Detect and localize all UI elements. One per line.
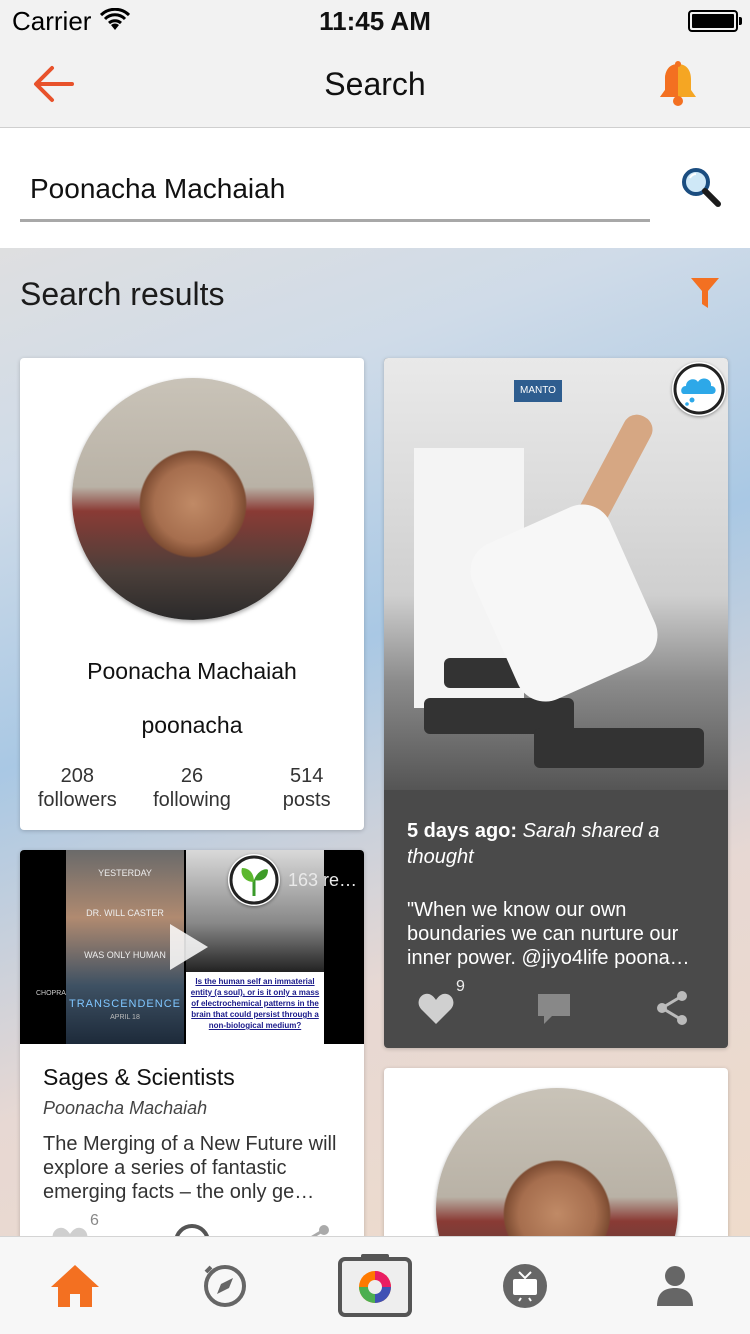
page-title: Search [324,66,426,102]
comment-button[interactable] [534,988,574,1028]
bell-icon[interactable] [656,60,700,108]
stat-posts[interactable]: 514 posts [249,764,364,812]
tab-bar [0,1236,750,1334]
post-photo: MANTO [384,358,728,790]
photo-sign: MANTO [514,380,562,402]
tab-camera[interactable] [300,1237,450,1334]
share-button[interactable] [652,988,692,1028]
results-heading: Search results [20,276,225,312]
comment-icon [538,994,570,1024]
status-bar: Carrier 11:45 AM [0,0,750,40]
thumbnail-caption: Is the human self an immaterial entity (… [186,972,324,1044]
tab-profile[interactable] [600,1237,750,1334]
search-icon[interactable] [680,166,722,208]
thought-result-card[interactable]: MANTO 5 days ago: Sarah shared a thought… [384,358,728,1048]
tab-explore[interactable] [150,1237,300,1334]
post-time: 5 days ago: [407,820,518,842]
like-count: 9 [456,978,465,995]
leaf-icon [228,854,280,906]
video-description: The Merging of a New Future will explore… [43,1133,337,1203]
tab-tv[interactable] [450,1237,600,1334]
tab-home[interactable] [0,1237,150,1334]
view-count: 163 re… [288,870,358,890]
heart-icon [418,993,454,1024]
like-count: 6 [90,1212,99,1229]
post-quote: "When we know our own boundaries we can … [407,899,690,969]
search-bar [0,128,750,248]
profile-name: Poonacha Machaiah [87,658,297,684]
avatar [72,378,314,620]
camera-icon [338,1253,412,1317]
clock: 11:45 AM [319,6,431,36]
filter-icon[interactable] [690,276,720,310]
battery-icon [688,10,742,32]
post-meta: 5 days ago: Sarah shared a thought [407,818,707,870]
navigation-bar: Search [0,40,750,128]
compass-icon [204,1264,246,1307]
thought-cloud-icon [672,362,726,416]
video-title: Sages & Scientists [43,1064,235,1090]
tv-icon [503,1263,547,1308]
play-icon[interactable] [166,920,212,974]
stat-following[interactable]: 26 following [135,764,250,812]
profile-icon [657,1265,693,1306]
profile-stats: 208 followers 26 following 514 posts [20,764,364,812]
profile-result-card[interactable]: Poonacha Machaiah poonacha 208 followers… [20,358,364,830]
home-icon [51,1264,99,1307]
video-thumbnail[interactable]: CHOPRA FOUNDA YESTERDAY DR. WILL CASTER … [20,850,364,1044]
search-input[interactable] [20,158,650,222]
video-result-card[interactable]: CHOPRA FOUNDA YESTERDAY DR. WILL CASTER … [20,850,364,1270]
profile-handle: poonacha [141,712,243,738]
video-author: Poonacha Machaiah [43,1098,208,1118]
post-actions: 9 [384,978,728,1028]
share-icon [657,991,687,1025]
stat-followers[interactable]: 208 followers [20,764,135,812]
like-button[interactable]: 9 [416,978,465,1028]
